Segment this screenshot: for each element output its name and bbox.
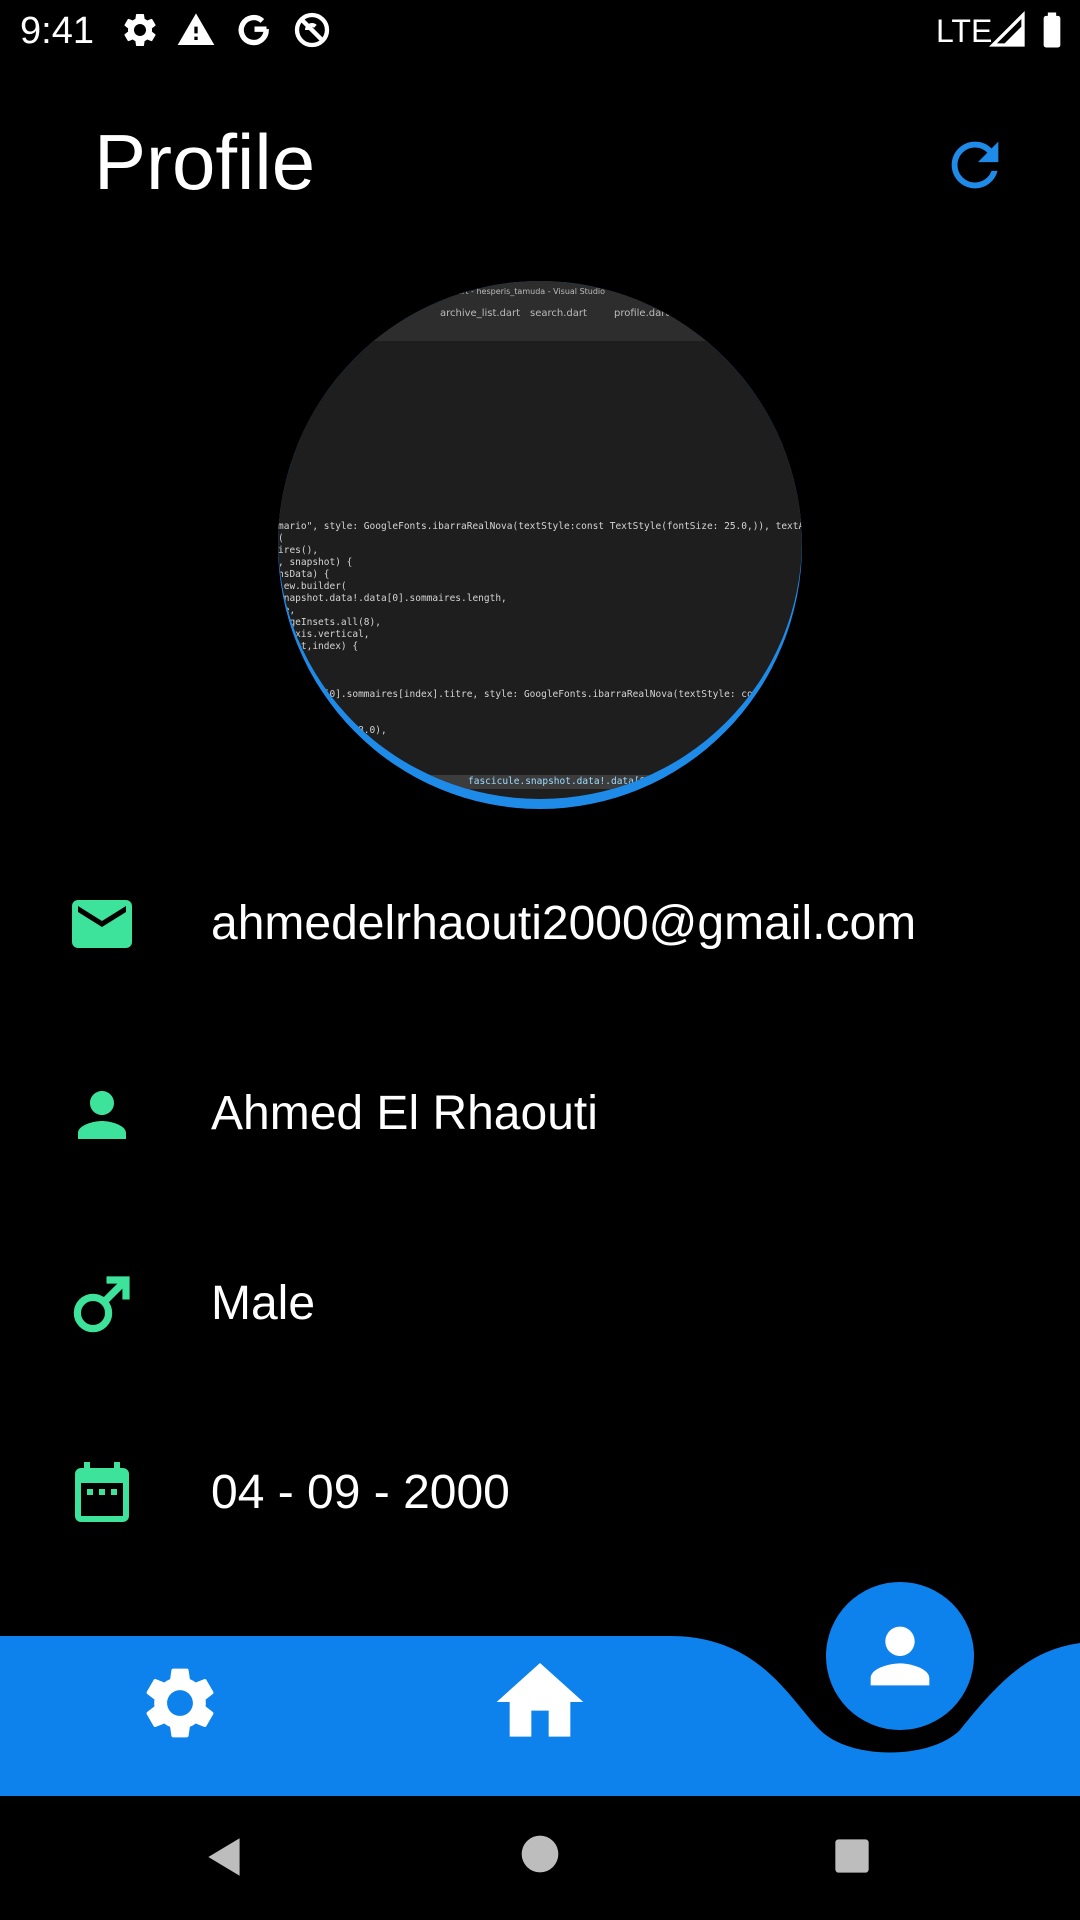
signal-icon [988, 10, 1025, 47]
calendar-icon [75, 1462, 129, 1522]
back-icon[interactable] [200, 1832, 250, 1882]
page-title: Profile [94, 118, 316, 206]
editor-tab: profile.dart [614, 308, 670, 319]
gender-text: Male [211, 1277, 316, 1330]
code-line: dgeInsets.all(8.0), [278, 725, 387, 736]
gear-icon [124, 13, 156, 46]
code-line: ires(), [278, 545, 319, 556]
no-data-saver-icon [294, 12, 330, 48]
editor-title: …_ist.dart - hesperis_tamuda - Visual St… [428, 287, 606, 296]
code-line: iew.builder( [278, 581, 347, 592]
editor-tab-bar: …_ist.dart - hesperis_tamuda - Visual St… [278, 281, 802, 341]
person-icon [78, 1091, 126, 1139]
code-line: , snapshot) { [278, 557, 353, 568]
code-line: ( [278, 533, 284, 544]
code-line: , [278, 443, 284, 454]
system-nav-bar [0, 1796, 1080, 1920]
code-line: ta!.data[0].sommaires[index].titre, styl… [278, 689, 782, 700]
code-line: : Axis.vertical, [278, 629, 370, 640]
editor-tab: search.dart [530, 308, 587, 319]
home-circle-icon[interactable] [520, 1834, 560, 1874]
battery-icon [1043, 12, 1061, 48]
email-icon [72, 900, 132, 948]
avatar-image: …_ist.dart - hesperis_tamuda - Visual St… [278, 281, 802, 799]
settings-icon[interactable] [137, 1660, 223, 1746]
name-text: Ahmed El Rhaouti [211, 1087, 598, 1140]
profile-avatar[interactable]: …_ist.dart - hesperis_tamuda - Visual St… [278, 281, 802, 809]
person-icon [870, 1626, 930, 1686]
code-line: ntext,index) { [278, 641, 359, 652]
birthdate-text: 04 - 09 - 2000 [211, 1466, 510, 1519]
editor-statusline: fascicule.snapshot.data!.data[0].som [278, 775, 802, 789]
status-time: 9:41 [20, 10, 94, 52]
home-icon[interactable] [488, 1650, 592, 1754]
network-type: LTE [936, 13, 993, 49]
code-line: snapshot.data!.data[0].sommaires.length, [278, 593, 507, 604]
code-line: fascicule.snapshot.data!.data[0].som [468, 776, 674, 787]
profile-nav-button[interactable] [826, 1582, 974, 1730]
google-icon [238, 14, 269, 46]
code-line: nsData) { [278, 569, 330, 580]
profile-screen: 9:41 LTE Profile …_ist.dart - hesperis_t… [0, 0, 1080, 1920]
editor-tab: archive_list.dart [440, 308, 521, 319]
status-bar: 9:41 LTE [0, 0, 1080, 62]
code-line: e, [278, 665, 290, 676]
warning-icon [177, 13, 215, 46]
recents-icon[interactable] [832, 1836, 872, 1876]
refresh-icon[interactable] [940, 130, 1010, 200]
email-text: ahmedelrhaouti2000@gmail.com [211, 897, 917, 950]
code-line: mario", style: GoogleFonts.ibarraRealNov… [278, 521, 802, 532]
male-icon [73, 1276, 130, 1333]
code-line: EdgeInsets.all(8), [278, 617, 381, 628]
code-line: ue, [278, 605, 296, 616]
